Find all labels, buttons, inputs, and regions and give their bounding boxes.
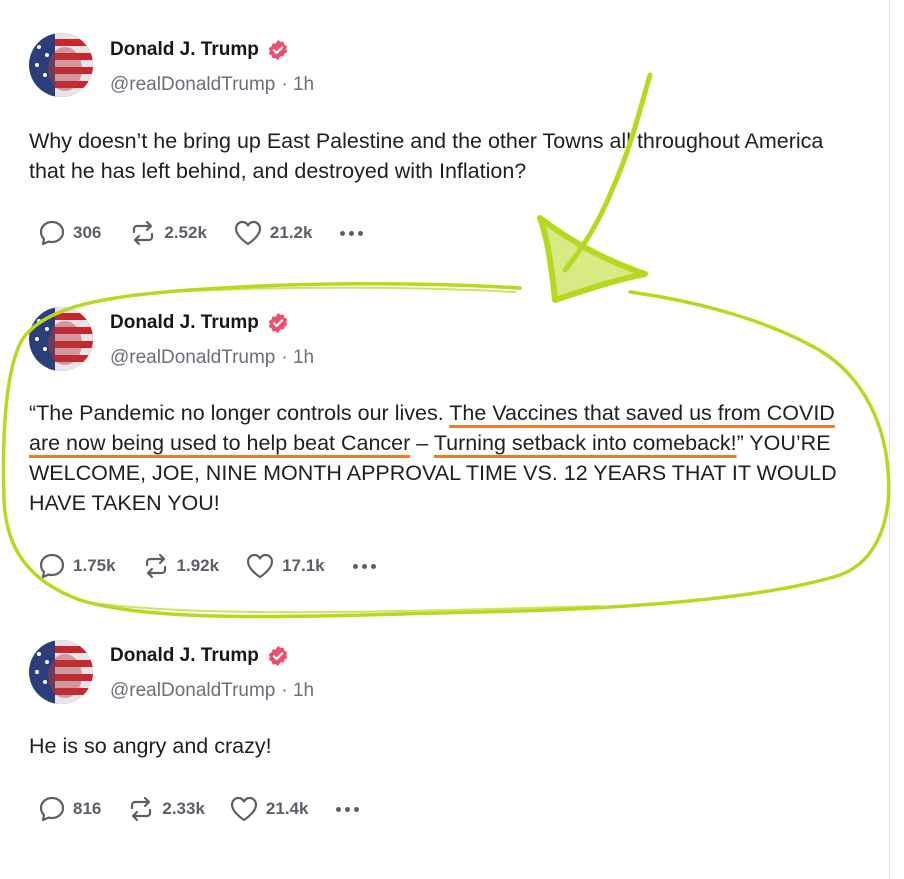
speech-bubble-icon <box>39 796 65 822</box>
reply-count: 816 <box>73 799 102 818</box>
author-name[interactable]: Donald J. Trump <box>110 645 259 667</box>
like-button[interactable]: 21.4k <box>229 795 309 823</box>
more-options-button[interactable] <box>336 806 360 812</box>
post-text: He is so angry and crazy! <box>29 734 272 758</box>
repost-button[interactable]: 2.33k <box>127 795 205 823</box>
author-row: Donald J. Trump <box>110 645 289 667</box>
avatar[interactable] <box>29 640 93 704</box>
three-dots-icon <box>336 806 342 812</box>
repost-count: 2.33k <box>162 799 205 818</box>
verified-badge-icon <box>268 645 288 667</box>
post-time[interactable]: · 1h <box>281 680 314 702</box>
post-3[interactable]: Donald J. Trump @realDonaldTrump · 1h He… <box>0 0 880 879</box>
feed-right-border <box>889 0 890 879</box>
like-count: 21.4k <box>265 799 309 818</box>
post-actions: 816 2.33k 21.4k <box>38 795 360 823</box>
handle-row: @realDonaldTrump · 1h <box>110 680 314 702</box>
reply-button[interactable]: 816 <box>38 795 101 823</box>
repost-arrows-icon <box>131 796 152 822</box>
heart-icon <box>230 796 258 822</box>
author-handle[interactable]: @realDonaldTrump <box>110 680 275 702</box>
